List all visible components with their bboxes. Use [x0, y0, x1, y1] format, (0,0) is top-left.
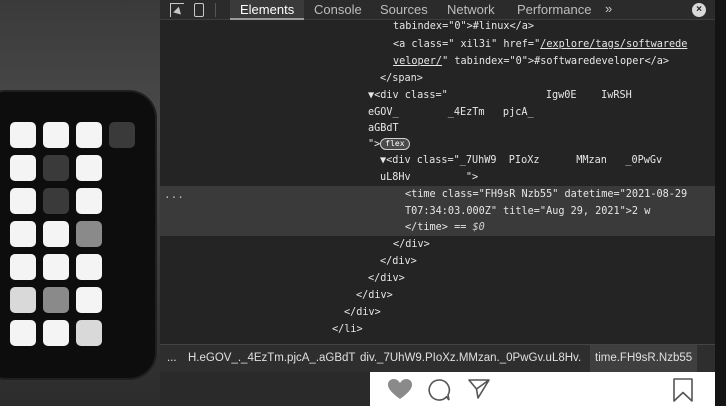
app-tile [43, 254, 69, 280]
tab-performance[interactable]: Performance [517, 2, 591, 18]
comment-icon[interactable] [427, 378, 451, 406]
app-tile [76, 221, 102, 247]
device-toggle-icon[interactable] [194, 3, 204, 17]
tab-elements[interactable]: Elements [230, 0, 305, 20]
app-tile [43, 122, 69, 148]
app-tile [10, 320, 36, 346]
phone-screen [0, 92, 155, 378]
breadcrumb-item[interactable]: div._7UhW9.PIoXz.MMzan._0PwGv.uL8Hv. [360, 352, 581, 364]
dom-line[interactable]: aGBdT [368, 122, 399, 136]
app-tile [10, 254, 36, 280]
dom-line[interactable]: <a class=" xil3i" href="/explore/tags/so… [393, 38, 687, 52]
breadcrumb-item[interactable]: H.eGOV_._4EzTm.pjcA_.aGBdT [188, 352, 355, 364]
dom-tree[interactable]: ... tabindex="0">#linux</a> <a class=" x… [160, 20, 715, 344]
close-icon[interactable]: × [692, 3, 706, 17]
app-tile [10, 155, 36, 181]
app-tile [76, 188, 102, 214]
devtools-toolbar: Elements Console Sources Network Perform… [160, 0, 715, 20]
bookmark-icon[interactable] [672, 378, 694, 406]
breadcrumb-more[interactable]: ... [167, 352, 177, 364]
post-photo [0, 0, 160, 406]
tab-network[interactable]: Network [447, 2, 495, 18]
app-tile [43, 221, 69, 247]
selected-dom-line[interactable]: <time class="FH9sR Nzb55" datetime="2021… [405, 188, 687, 202]
post-action-bar [370, 372, 715, 406]
selected-dom-line[interactable]: T07:34:03.000Z" title="Aug 29, 2021">2 w [405, 205, 650, 219]
dom-line[interactable]: </div> [393, 238, 430, 252]
dom-line[interactable]: veloper/" tabindex="0">#softwaredevelope… [393, 55, 669, 69]
node-ellipsis[interactable]: ... [164, 188, 184, 201]
inspect-element-icon[interactable] [170, 3, 184, 17]
app-tile [76, 254, 102, 280]
dom-line[interactable]: ▼<div class=" Igw0E IwRSH [368, 89, 632, 103]
dom-link[interactable]: /explore/tags/softwarede [540, 39, 687, 50]
dom-line[interactable]: </div> [356, 289, 393, 303]
app-tile [10, 122, 36, 148]
breadcrumb-item-selected[interactable]: time.FH9sR.Nzb55 [590, 345, 698, 372]
dom-line[interactable]: </div> [344, 306, 381, 320]
tab-console[interactable]: Console [314, 2, 362, 18]
app-tile [43, 320, 69, 346]
dom-line[interactable]: </li> [332, 323, 363, 337]
more-tabs-icon[interactable]: » [605, 1, 612, 16]
dom-line[interactable]: </div> [368, 272, 405, 286]
app-tile [109, 122, 135, 148]
dom-line[interactable]: eGOV_ _4EzTm pjcA_ [368, 106, 534, 120]
flex-badge[interactable]: flex [380, 138, 410, 150]
dom-line[interactable]: "> flex [368, 138, 410, 152]
app-tile [10, 221, 36, 247]
app-tile [43, 188, 69, 214]
app-tile [76, 320, 102, 346]
app-tile [76, 287, 102, 313]
dom-link[interactable]: veloper/ [393, 56, 442, 67]
app-tile [10, 287, 36, 313]
selected-dom-line[interactable]: </time> == $0 [405, 221, 485, 235]
heart-icon[interactable] [387, 378, 413, 405]
breadcrumb: ... H.eGOV_._4EzTm.pjcA_.aGBdT div._7UhW… [160, 344, 715, 372]
dom-line[interactable]: </span> [380, 72, 423, 86]
toolbar-divider [215, 3, 216, 17]
dom-line[interactable]: ▼<div class="_7UhW9 PIoXz MMzan _0PwGv [380, 154, 662, 168]
page-edge [715, 0, 726, 406]
devtools-panel: Elements Console Sources Network Perform… [160, 0, 715, 372]
app-tile [76, 122, 102, 148]
dom-line[interactable]: </div> [380, 255, 417, 269]
post-photo-bottom [160, 372, 370, 406]
share-icon[interactable] [467, 378, 491, 405]
dom-line[interactable]: tabindex="0">#linux</a> [393, 20, 534, 34]
selected-node-ref: $0 [472, 222, 485, 233]
app-tile [43, 287, 69, 313]
tab-sources[interactable]: Sources [380, 2, 428, 18]
dom-line[interactable]: uL8Hv "> [380, 171, 478, 185]
app-tile [10, 188, 36, 214]
app-tile [76, 155, 102, 181]
app-tile [43, 155, 69, 181]
